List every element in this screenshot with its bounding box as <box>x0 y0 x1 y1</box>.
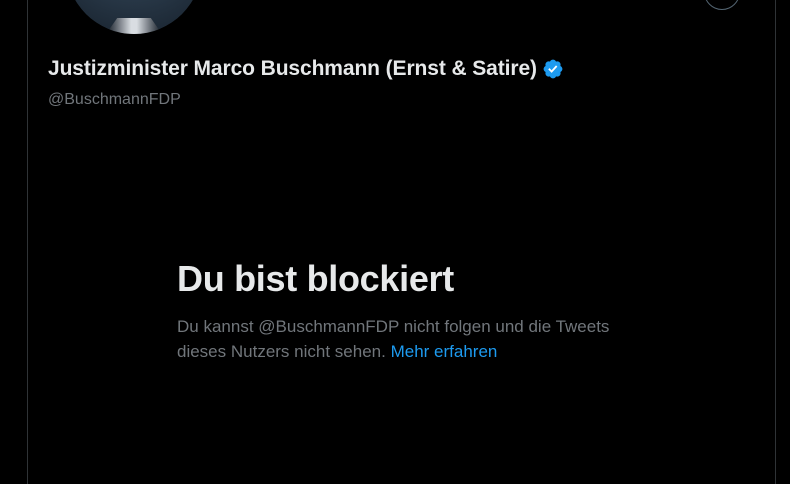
learn-more-link[interactable]: Mehr erfahren <box>391 342 498 361</box>
display-name-text: Justizminister Marco Buschmann (Ernst & … <box>48 57 537 80</box>
verified-badge-icon[interactable] <box>542 58 564 80</box>
blocked-title: Du bist blockiert <box>177 258 454 299</box>
profile-handle: @BuschmannFDP <box>48 91 181 108</box>
profile-display-name: Justizminister Marco Buschmann (Ernst & … <box>48 57 564 81</box>
blocked-description: Du kannst @BuschmannFDP nicht folgen und… <box>177 314 617 364</box>
